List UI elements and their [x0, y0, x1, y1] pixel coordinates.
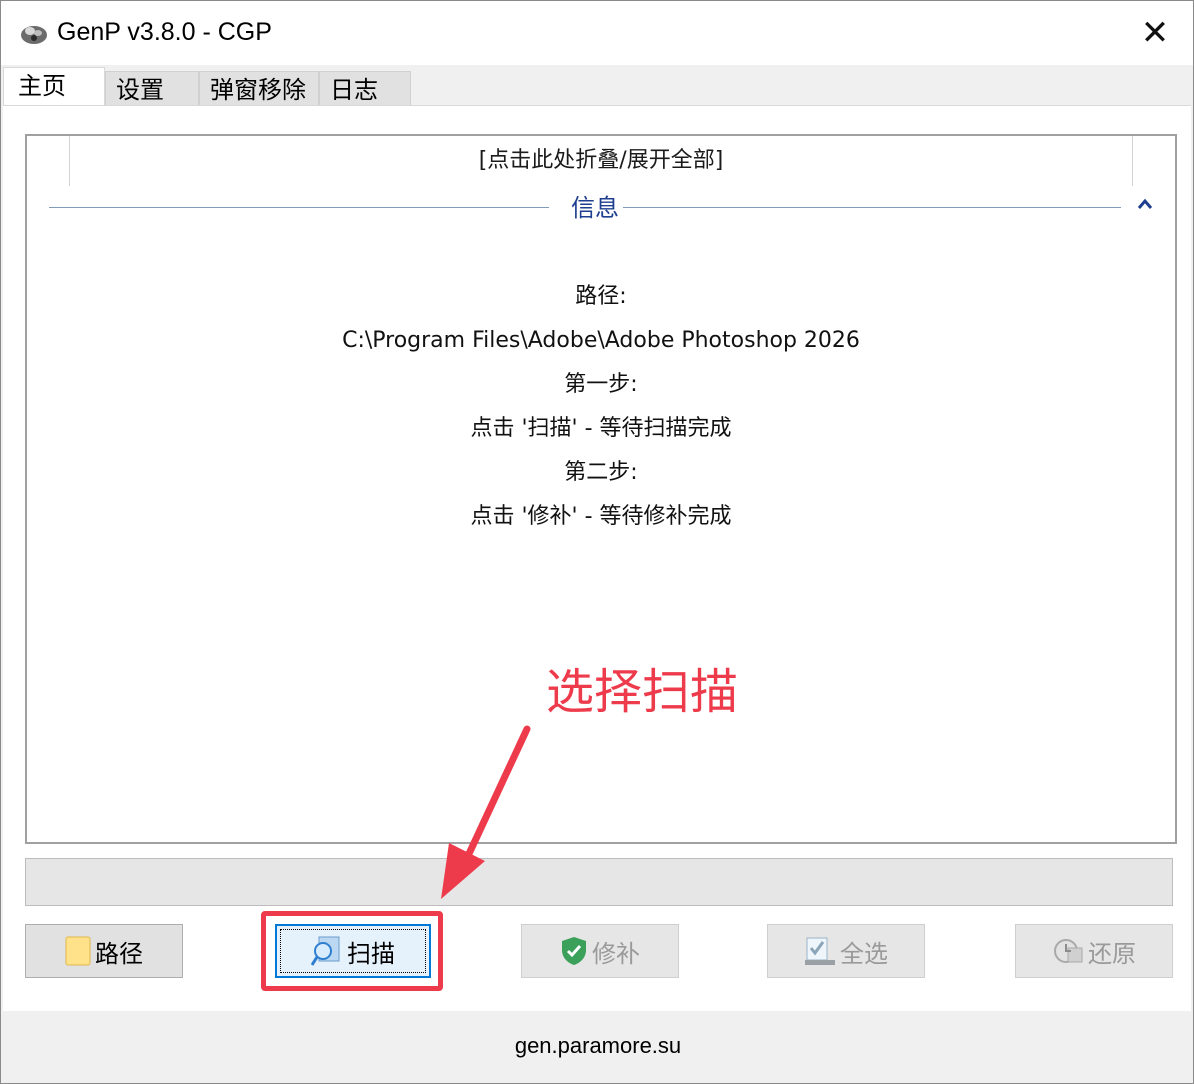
checkbox-icon — [805, 937, 835, 965]
info-line-step2-text: 点击 '修补' - 等待修补完成 — [470, 504, 732, 529]
annotation-arrow — [441, 725, 531, 899]
shield-check-icon — [562, 937, 586, 965]
group-divider-left — [49, 207, 549, 208]
collapse-expand-toggle[interactable]: [点击此处折叠/展开全部] — [69, 136, 1133, 186]
tab-log[interactable]: 日志 — [319, 71, 411, 105]
progress-bar — [25, 858, 1173, 906]
folder-icon — [65, 936, 91, 966]
patch-button[interactable]: 修补 — [521, 924, 679, 978]
tab-popup-removal[interactable]: 弹窗移除 — [199, 71, 319, 105]
info-group-title: 信息 — [571, 194, 619, 222]
info-box: [点击此处折叠/展开全部] 信息 路径: C:\Program Files\Ad… — [25, 134, 1177, 844]
restore-button-label: 还原 — [1088, 939, 1136, 968]
tab-home[interactable]: 主页 — [3, 67, 105, 109]
close-button[interactable]: ✕ — [1133, 13, 1177, 53]
chevron-up-icon[interactable] — [1137, 196, 1153, 212]
path-button-label: 路径 — [95, 939, 143, 968]
footer-link[interactable]: gen.paramore.su — [1, 1029, 1194, 1063]
tab-settings[interactable]: 设置 — [105, 71, 199, 105]
group-divider-right — [623, 207, 1121, 208]
info-line-path-label: 路径: — [575, 284, 627, 309]
title-bar: GenP v3.8.0 - CGP ✕ — [1, 1, 1193, 65]
select-all-button-label: 全选 — [840, 939, 888, 968]
annotation-highlight-box — [261, 911, 443, 991]
app-logo-icon — [21, 26, 47, 44]
info-line-step1-label: 第一步: — [564, 372, 638, 397]
restore-icon — [1054, 939, 1083, 963]
patch-button-label: 修补 — [592, 939, 640, 968]
home-tab-panel: [点击此处折叠/展开全部] 信息 路径: C:\Program Files\Ad… — [3, 105, 1191, 1011]
info-line-path-value: C:\Program Files\Adobe\Adobe Photoshop 2… — [342, 328, 860, 353]
path-button[interactable]: 路径 — [25, 924, 183, 978]
select-all-button[interactable]: 全选 — [767, 924, 925, 978]
info-line-step2-label: 第二步: — [564, 460, 638, 485]
window-title: GenP v3.8.0 - CGP — [57, 18, 272, 46]
restore-button[interactable]: 还原 — [1015, 924, 1173, 978]
annotation-label: 选择扫描 — [546, 664, 739, 720]
genp-window: GenP v3.8.0 - CGP ✕ 主页 设置 弹窗移除 日志 [点击此处折… — [0, 0, 1194, 1084]
info-line-step1-text: 点击 '扫描' - 等待扫描完成 — [470, 416, 732, 441]
